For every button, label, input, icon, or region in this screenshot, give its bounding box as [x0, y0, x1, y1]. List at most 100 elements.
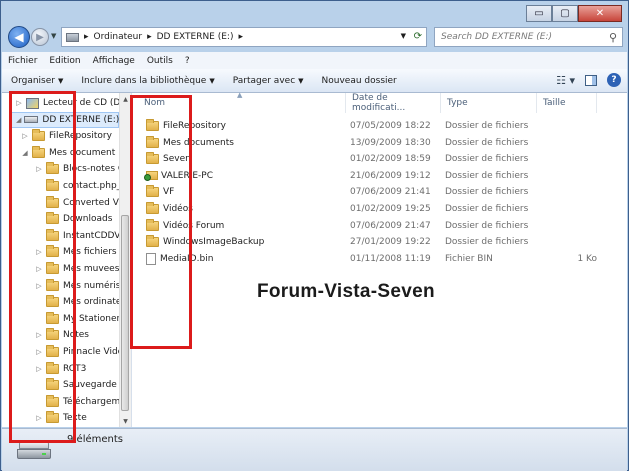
menu-affichage[interactable]: Affichage	[87, 56, 141, 66]
maximize-button[interactable]: ▢	[552, 5, 578, 22]
nav-tree-item[interactable]: Mes ordinate	[35, 294, 121, 310]
file-row[interactable]: WindowsImageBackup 27/01/2009 19:22 Dossie…	[132, 234, 627, 250]
nav-tree-item[interactable]: contact.php_	[35, 178, 121, 194]
forward-button[interactable]: ▶	[31, 28, 49, 46]
file-row[interactable]: Seven 01/02/2009 18:59 Dossier de fichiers	[132, 151, 627, 167]
file-size	[577, 218, 597, 234]
share-with-label: Partager avec	[232, 75, 296, 86]
expand-arrow-icon[interactable]: ▷	[35, 282, 43, 290]
nav-tree-item[interactable]: ◢ Mes document	[21, 145, 115, 161]
folder-icon	[46, 278, 59, 291]
preview-pane-icon[interactable]	[585, 74, 597, 86]
file-date: 07/05/2009 18:22	[350, 121, 431, 131]
file-row[interactable]: MediaID.bin 01/11/2008 11:19 Fichier BIN 1 …	[132, 251, 627, 267]
nav-tree-item[interactable]: Téléchargem	[35, 394, 120, 410]
nav-tree-item[interactable]: Sauvegarde r	[35, 377, 123, 393]
command-bar-tools: ☷ ▾ ?	[556, 73, 621, 87]
file-name: FileRepository	[163, 121, 226, 131]
expand-arrow-icon[interactable]: ▷	[35, 265, 43, 273]
address-bar[interactable]: ▸ Ordinateur ▸ DD EXTERNE (E:) ▸ ▼ ⟳	[61, 27, 427, 47]
nav-tree-item[interactable]: ◢ DD EXTERNE (E:)	[11, 111, 119, 128]
new-folder-button[interactable]: Nouveau dossier	[313, 76, 406, 86]
menu-outils[interactable]: Outils	[141, 56, 179, 66]
expand-arrow-icon[interactable]: ▷	[35, 414, 43, 422]
folder-icon	[46, 245, 59, 258]
close-button[interactable]: ✕	[578, 5, 622, 22]
minimize-button[interactable]: ▭	[526, 5, 552, 22]
file-row[interactable]: Vidéos 01/02/2009 19:25 Dossier de fichier…	[132, 201, 627, 217]
breadcrumb-drive[interactable]: DD EXTERNE (E:)	[157, 32, 234, 42]
nav-tree-item[interactable]: ▷ Pinnacle Vide	[35, 344, 123, 360]
file-size	[577, 151, 597, 167]
file-row[interactable]: FileRepository 07/05/2009 18:22 Dossier de…	[132, 118, 627, 134]
nav-tree-item[interactable]: InstantCDDVI	[35, 228, 123, 244]
scroll-thumb[interactable]	[121, 215, 129, 411]
nav-scrollbar[interactable]: ▲ ▼	[119, 93, 131, 427]
expand-arrow-icon[interactable]: ▷	[35, 365, 43, 373]
nav-tree-item[interactable]: ▷ Texte	[35, 410, 87, 426]
address-history-dropdown[interactable]: ▼	[401, 32, 406, 40]
nav-tree-item[interactable]: Downloads	[35, 211, 112, 227]
file-type: Dossier de fichiers	[445, 237, 529, 248]
file-name: Mes documents	[163, 137, 234, 148]
search-icon[interactable]: ⚲	[609, 31, 617, 44]
menu-edition[interactable]: Edition	[43, 56, 86, 66]
nav-tree-label: InstantCDDVI	[63, 230, 124, 241]
nav-tree-item[interactable]: ▷ Notes	[35, 327, 89, 343]
breadcrumb-ordinateur[interactable]: Ordinateur	[94, 32, 143, 42]
nav-tree-item[interactable]: ▷ Mes fichiers r	[35, 244, 123, 260]
file-row[interactable]: Vidéos Forum 07/06/2009 21:47 Dossier de f…	[132, 218, 627, 234]
expand-arrow-icon[interactable]: ▷	[35, 248, 43, 256]
help-icon[interactable]: ?	[607, 73, 621, 87]
expand-arrow-icon[interactable]: ▷	[21, 132, 29, 140]
column-date[interactable]: Date de modificati...	[346, 93, 441, 113]
nav-tree-item[interactable]: ▷ Blocs-notes C	[35, 161, 124, 177]
search-input[interactable]: Search DD EXTERNE (E:) ⚲	[434, 27, 623, 47]
menu-fichier[interactable]: Fichier	[2, 56, 43, 66]
folder-icon	[46, 361, 59, 374]
file-name: VALERIE-PC	[161, 170, 213, 181]
nav-tree-item[interactable]: My Stationer	[35, 311, 120, 327]
file-row[interactable]: Mes documents 13/09/2009 18:30 Dossier de …	[132, 135, 627, 151]
nav-tree-label: Sauvegarde r	[63, 380, 124, 391]
organize-button[interactable]: Organiser ▼	[2, 76, 72, 86]
menu-help[interactable]: ?	[179, 56, 196, 66]
scroll-down-icon[interactable]: ▼	[120, 415, 131, 427]
include-in-library-button[interactable]: Inclure dans la bibliothèque ▼	[72, 76, 223, 86]
view-options-icon[interactable]: ☷ ▾	[556, 74, 575, 87]
file-date: 21/06/2009 19:12	[350, 170, 431, 181]
file-date: 07/06/2009 21:41	[350, 187, 431, 198]
nav-tree-item[interactable]: ▷ Mes numéris	[35, 278, 120, 294]
nav-tree-item[interactable]: ▷ FileRepository	[21, 128, 112, 144]
file-size	[577, 234, 597, 250]
nav-tree-item[interactable]: ▷ RCT3	[35, 361, 86, 377]
nav-tree-label: Mes document	[49, 147, 116, 158]
sort-ascending-icon: ▲	[237, 91, 243, 99]
file-row[interactable]: VALERIE-PC 21/06/2009 19:12 Dossier de fic…	[132, 168, 627, 184]
nav-tree-item[interactable]: ▷ Mes muvees	[35, 261, 119, 277]
back-button[interactable]: ◀	[8, 26, 30, 48]
collapse-arrow-icon[interactable]: ◢	[16, 116, 21, 124]
nav-tree-label: Notes	[63, 330, 89, 341]
nav-tree-label: Mes fichiers r	[63, 247, 124, 258]
expand-arrow-icon[interactable]: ▷	[35, 348, 43, 356]
expand-arrow-icon[interactable]: ▷	[35, 165, 43, 173]
scroll-up-icon[interactable]: ▲	[120, 93, 131, 105]
collapse-arrow-icon[interactable]: ◢	[21, 149, 29, 157]
share-with-button[interactable]: Partager avec ▼	[224, 76, 313, 86]
expand-arrow-icon[interactable]: ▷	[15, 99, 23, 107]
folder-icon	[146, 135, 159, 148]
file-type: Dossier de fichiers	[445, 154, 529, 165]
nav-tree-item[interactable]: ▷ Lecteur de CD (D	[15, 95, 120, 111]
nav-tree-item[interactable]: Converted Vi	[35, 195, 121, 211]
expand-arrow-icon[interactable]: ▷	[35, 331, 43, 339]
recent-pages-dropdown[interactable]: ▼	[51, 32, 56, 40]
column-type[interactable]: Type	[441, 93, 537, 113]
file-type: Dossier de fichiers	[445, 220, 529, 231]
refresh-icon[interactable]: ⟳	[414, 31, 422, 42]
file-date: 01/02/2009 19:25	[350, 204, 431, 214]
nav-tree-label: Blocs-notes C	[63, 164, 125, 175]
folder-icon	[46, 212, 59, 225]
file-row[interactable]: VF 07/06/2009 21:41 Dossier de fichiers	[132, 184, 627, 200]
column-size[interactable]: Taille	[537, 93, 597, 113]
